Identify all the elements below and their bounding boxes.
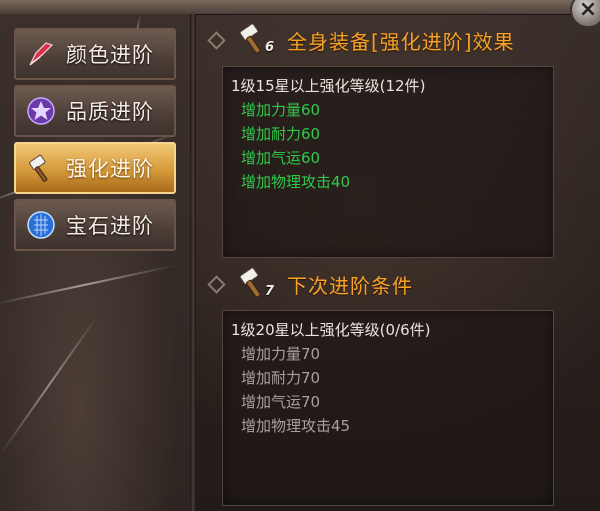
tab-gem-advance[interactable]: 宝石进阶 xyxy=(14,199,176,251)
window-top-frame xyxy=(0,0,600,15)
bonus-line: 增加力量70 xyxy=(241,345,321,363)
requirement-text: 1级20星以上强化等级(0/6件) xyxy=(231,321,431,339)
badge-number: 6 xyxy=(265,40,275,55)
next-condition-header: 7 下次进阶条件 xyxy=(207,264,413,304)
blade-icon xyxy=(24,37,58,71)
hammer-icon: 7 xyxy=(235,266,279,302)
requirement-text: 1级15星以上强化等级(12件) xyxy=(231,77,426,95)
light-ray xyxy=(0,315,99,456)
section-title: 下次进阶条件 xyxy=(287,273,413,298)
tab-label: 颜色进阶 xyxy=(66,43,154,67)
current-effect-header: 6 全身装备[强化进阶]效果 xyxy=(207,20,515,60)
section-title: 全身装备[强化进阶]效果 xyxy=(287,29,515,54)
bonus-line: 增加力量60 xyxy=(241,101,321,119)
tab-label: 强化进阶 xyxy=(66,157,154,181)
current-effect-panel: 1级15星以上强化等级(12件) 增加力量60 增加耐力60 增加气运60 增加… xyxy=(222,66,554,258)
hammer-icon: 6 xyxy=(235,22,279,58)
badge-number: 7 xyxy=(265,284,275,299)
bonus-line: 增加气运60 xyxy=(241,149,321,167)
bonus-line: 增加物理攻击45 xyxy=(241,417,351,435)
close-icon: × xyxy=(578,0,598,22)
next-condition-panel: 1级20星以上强化等级(0/6件) 增加力量70 增加耐力70 增加气运70 增… xyxy=(222,310,554,506)
star-gem-icon xyxy=(24,94,58,128)
hammer-icon xyxy=(24,151,58,185)
tab-enhance-advance[interactable]: 强化进阶 xyxy=(14,142,176,194)
column-divider xyxy=(190,14,196,511)
bonus-line: 增加气运70 xyxy=(241,393,321,411)
diamond-bullet-icon xyxy=(207,30,226,50)
tab-color-advance[interactable]: 颜色进阶 xyxy=(14,28,176,80)
light-ray xyxy=(0,264,177,306)
tab-label: 宝石进阶 xyxy=(66,214,154,238)
bonus-line: 增加物理攻击40 xyxy=(241,173,351,191)
tab-quality-advance[interactable]: 品质进阶 xyxy=(14,85,176,137)
blue-gem-icon xyxy=(24,208,58,242)
tab-label: 品质进阶 xyxy=(66,100,154,124)
diamond-bullet-icon xyxy=(207,274,226,294)
bonus-line: 增加耐力60 xyxy=(241,125,321,143)
bonus-line: 增加耐力70 xyxy=(241,369,321,387)
